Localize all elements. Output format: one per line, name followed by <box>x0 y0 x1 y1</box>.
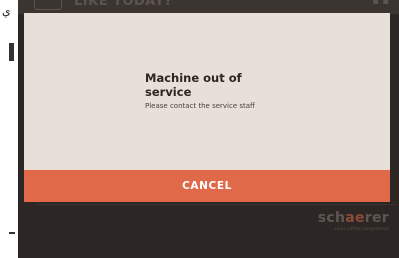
brand-logo: schaerer swiss coffee competence <box>318 210 389 231</box>
brand-name-start: sch <box>317 210 346 226</box>
cancel-button[interactable]: CANCEL <box>24 170 390 202</box>
out-of-service-dialog: Machine out of service Please contact th… <box>24 13 390 202</box>
brand-tagline: swiss coffee competence <box>334 226 389 231</box>
brand-name-end: rer <box>364 210 389 226</box>
machine-screen: LIKE TODAY? ▪ ▪ Machine out of service P… <box>18 0 399 258</box>
side-dash-mark <box>9 232 15 234</box>
dialog-message: Please contact the service staff <box>145 102 255 110</box>
header-icons: ▪ ▪ <box>372 0 389 7</box>
left-margin: ي <box>0 0 18 258</box>
header-title: LIKE TODAY? <box>74 0 173 9</box>
brand-name-accent: ae <box>345 210 365 226</box>
top-bar: LIKE TODAY? ▪ ▪ <box>18 0 399 14</box>
side-bar-mark <box>9 43 14 61</box>
back-button[interactable] <box>34 0 62 10</box>
brand-name: schaerer <box>318 210 389 226</box>
dialog-title: Machine out of service <box>145 71 242 99</box>
divider <box>36 204 396 205</box>
side-glyph: ي <box>2 5 11 18</box>
